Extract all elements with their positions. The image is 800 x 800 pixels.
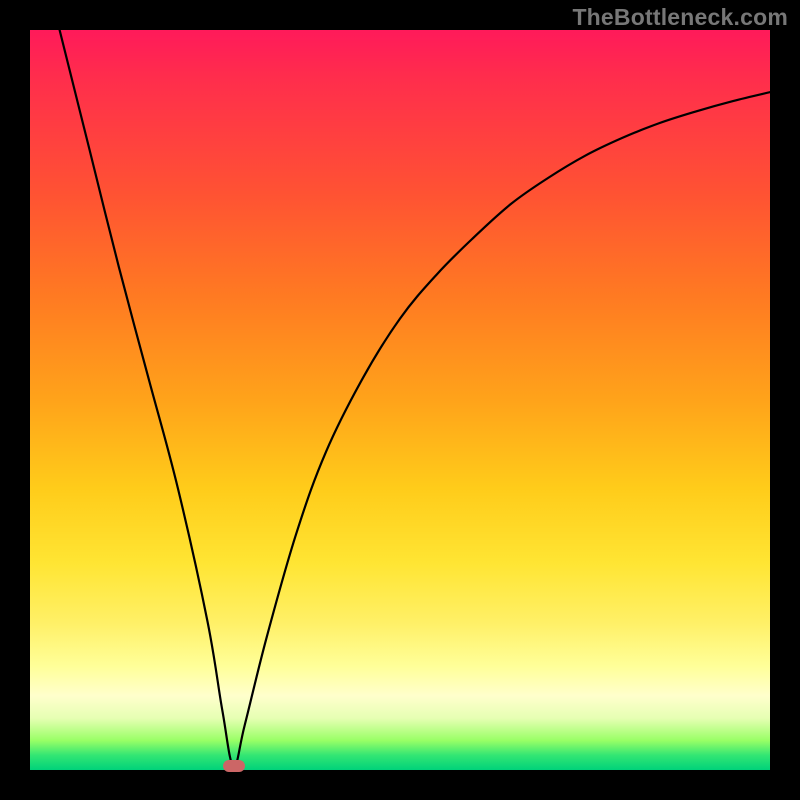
optimal-point-marker	[223, 760, 245, 772]
bottleneck-curve	[60, 30, 770, 767]
watermark-text: TheBottleneck.com	[572, 4, 788, 31]
plot-area	[30, 30, 770, 770]
curve-svg	[30, 30, 770, 770]
chart-container: TheBottleneck.com	[0, 0, 800, 800]
